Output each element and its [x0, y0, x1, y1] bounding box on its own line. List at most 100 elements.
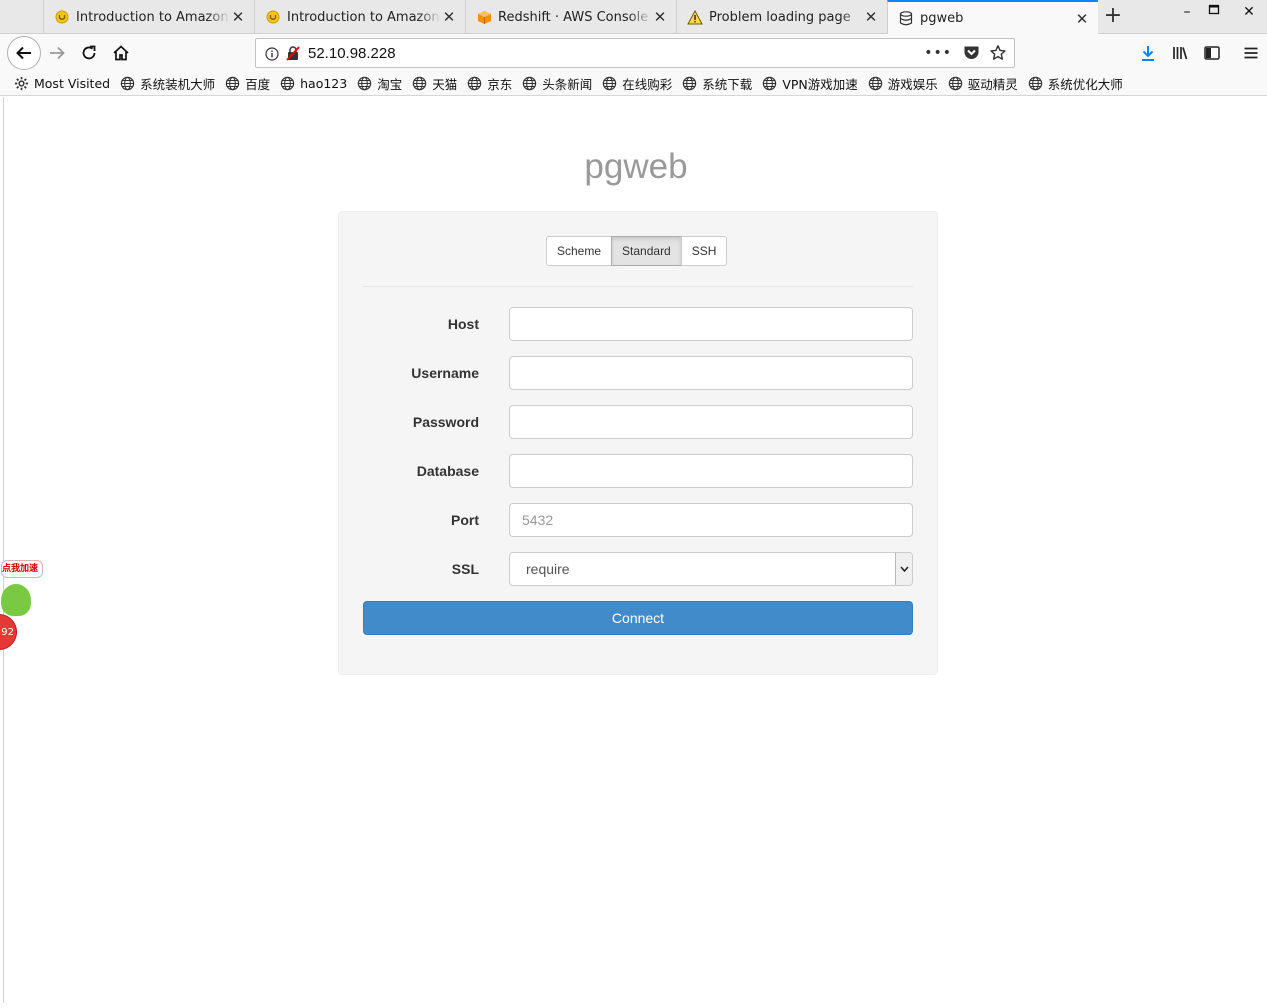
username-row: Username	[339, 356, 939, 390]
database-input[interactable]	[509, 454, 913, 488]
bookmark-item[interactable]: 驱动精灵	[948, 74, 1018, 93]
username-label: Username	[411, 365, 479, 381]
tab-ssh[interactable]: SSH	[680, 236, 728, 266]
reload-button[interactable]	[75, 39, 103, 67]
ssl-select[interactable]: require	[509, 552, 913, 586]
reload-icon	[82, 45, 96, 60]
tab-title: Problem loading page	[709, 9, 851, 25]
gear-icon	[14, 76, 29, 91]
window-close-button[interactable]: ✕	[1235, 2, 1263, 26]
minimize-button[interactable]: –	[1173, 2, 1201, 26]
yellow-circle-icon	[54, 9, 70, 25]
browser-tab[interactable]: Introduction to Amazon R ✕	[254, 0, 465, 34]
bookmark-star-icon[interactable]	[989, 44, 1007, 66]
globe-icon	[413, 76, 427, 91]
globe-icon	[120, 76, 135, 91]
close-icon[interactable]: ✕	[652, 9, 668, 25]
bookmark-item[interactable]: 头条新闻	[522, 74, 592, 93]
bookmark-item[interactable]: 百度	[225, 74, 270, 93]
bookmark-label: 驱动精灵	[967, 77, 1018, 92]
insecure-lock-icon[interactable]	[286, 45, 300, 61]
page-actions-icon[interactable]: •••	[924, 45, 952, 61]
bookmark-item[interactable]: 系统优化大师	[1028, 74, 1123, 93]
bookmark-item[interactable]: VPN游戏加速	[762, 74, 858, 93]
bookmark-label: 在线购彩	[622, 77, 673, 92]
browser-tab[interactable]: Problem loading page ✕	[676, 0, 887, 34]
address-bar[interactable]: 52.10.98.228 •••	[255, 38, 1015, 68]
monster-mascot-icon	[1, 584, 31, 616]
hamburger-icon	[1244, 47, 1258, 59]
menu-button[interactable]	[1237, 39, 1265, 67]
pocket-icon[interactable]	[963, 45, 980, 65]
sidebar-icon	[1204, 46, 1220, 60]
home-button[interactable]	[107, 39, 135, 67]
connection-type-tabs: Scheme Standard SSH	[546, 236, 728, 266]
globe-icon	[468, 76, 482, 91]
maximize-button[interactable]	[1200, 2, 1228, 26]
bookmark-item[interactable]: 天猫	[412, 74, 457, 93]
globe-icon	[683, 76, 697, 91]
library-button[interactable]	[1166, 39, 1194, 67]
globe-icon	[523, 76, 537, 91]
browser-tab[interactable]: Introduction to Amazon R ✕	[43, 0, 254, 34]
bookmark-label: hao123	[300, 76, 348, 91]
chevron-down-icon[interactable]	[895, 553, 912, 585]
widget-bubble[interactable]: 点我加速	[1, 560, 43, 578]
password-input[interactable]	[509, 405, 913, 439]
host-label: Host	[447, 316, 479, 332]
password-row: Password	[339, 405, 939, 439]
port-input[interactable]: 5432	[509, 503, 913, 537]
port-row: Port 5432	[339, 503, 939, 537]
password-label: Password	[412, 414, 479, 430]
globe-icon	[225, 76, 240, 91]
bookmark-item[interactable]: 淘宝	[357, 74, 402, 93]
bookmark-item[interactable]: hao123	[280, 76, 347, 91]
divider	[363, 286, 913, 287]
close-icon[interactable]: ✕	[863, 9, 879, 25]
url-text[interactable]: 52.10.98.228	[308, 45, 396, 62]
yellow-circle-icon	[265, 9, 281, 25]
forward-button[interactable]	[43, 39, 71, 67]
connect-button[interactable]: Connect	[363, 601, 913, 635]
browser-tab[interactable]: Redshift · AWS Console ✕	[465, 0, 676, 34]
download-icon	[1142, 46, 1154, 61]
close-icon[interactable]: ✕	[441, 9, 457, 25]
accelerator-widget[interactable]: 点我加速 92	[0, 560, 45, 660]
back-button[interactable]	[7, 36, 41, 70]
username-input[interactable]	[509, 356, 913, 390]
bookmark-label: 京东	[487, 77, 513, 92]
port-placeholder: 5432	[522, 512, 554, 528]
bookmark-item[interactable]: 游戏娱乐	[868, 74, 938, 93]
bookmark-item[interactable]: 在线购彩	[602, 74, 672, 93]
tab-scheme[interactable]: Scheme	[546, 236, 613, 266]
host-row: Host	[339, 307, 939, 341]
bookmark-item[interactable]: 系统装机大师	[120, 74, 215, 93]
globe-icon	[603, 76, 617, 91]
aws-box-icon	[476, 9, 492, 25]
maximize-icon	[1208, 4, 1220, 15]
bookmark-item[interactable]: Most Visited	[14, 76, 110, 91]
globe-icon	[358, 76, 372, 91]
ssl-selected-value: require	[526, 561, 570, 577]
browser-tab-active[interactable]: pgweb ✕	[887, 0, 1098, 35]
info-icon[interactable]	[265, 46, 279, 61]
bookmark-item[interactable]: 京东	[467, 74, 512, 93]
host-input[interactable]	[509, 307, 913, 341]
widget-badge[interactable]: 92	[0, 614, 17, 650]
tab-title: Introduction to Amazon R	[287, 9, 441, 25]
bookmark-label: 天猫	[432, 77, 458, 92]
bookmark-label: Most Visited	[34, 76, 111, 91]
bookmark-item[interactable]: 系统下载	[682, 74, 752, 93]
close-icon[interactable]: ✕	[230, 9, 246, 25]
downloads-button[interactable]	[1134, 39, 1162, 67]
library-icon	[1173, 47, 1188, 60]
bookmarks-toolbar: Most Visited 系统装机大师 百度 hao123 淘宝 天猫 京东 头条新闻 在线购…	[0, 72, 1267, 96]
bookmark-label: 头条新闻	[542, 77, 593, 92]
database-label: Database	[416, 463, 479, 479]
sidebar-button[interactable]	[1198, 39, 1226, 67]
tab-standard[interactable]: Standard	[611, 236, 682, 266]
new-tab-button[interactable]: +	[1099, 4, 1127, 30]
database-icon	[898, 11, 914, 27]
close-icon[interactable]: ✕	[1074, 11, 1090, 27]
bookmark-label: 系统装机大师	[140, 77, 216, 92]
